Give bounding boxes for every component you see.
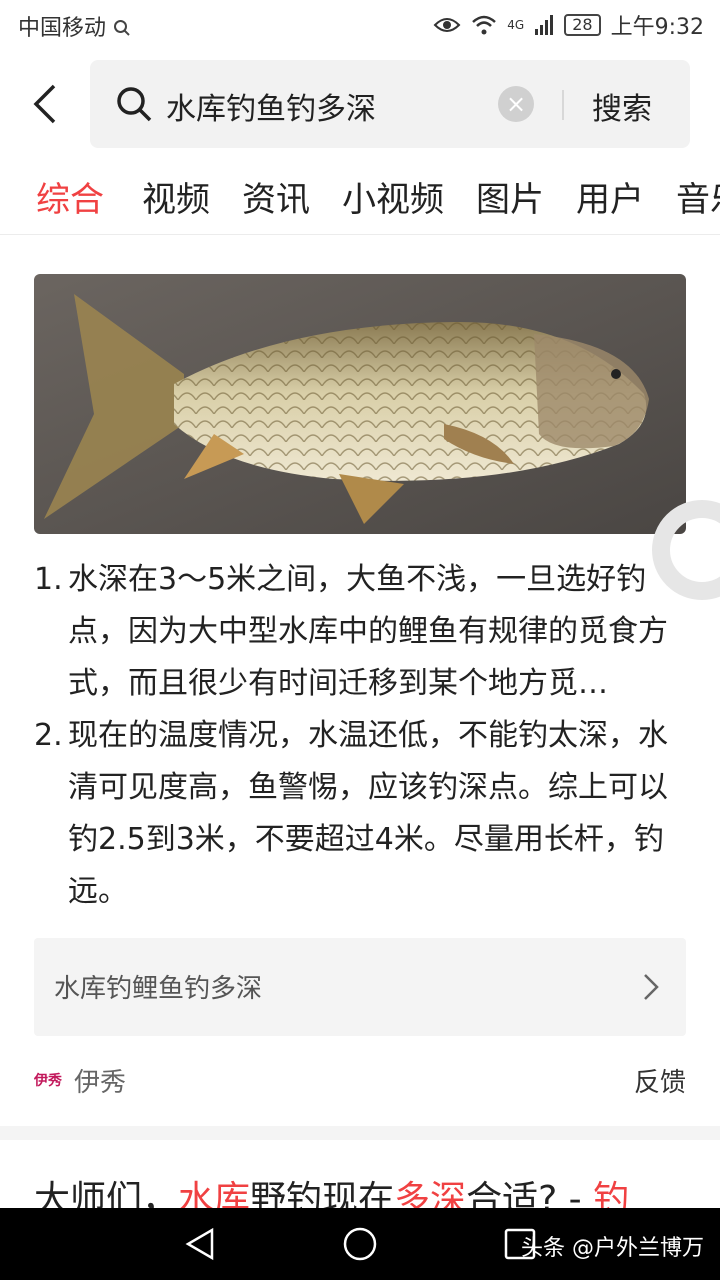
navigation-bar: 头条 @户外兰博万 xyxy=(0,1208,720,1280)
source-row: 伊秀 伊秀 反馈 xyxy=(34,1062,686,1102)
search-icon xyxy=(114,20,130,36)
search-icon xyxy=(117,87,152,122)
chevron-right-icon xyxy=(644,974,659,1000)
battery-icon: 28 xyxy=(564,14,601,36)
tab-news[interactable]: 资讯 xyxy=(242,172,310,221)
back-arrow-icon[interactable] xyxy=(28,82,62,126)
clear-icon[interactable]: × xyxy=(498,86,534,122)
tab-video[interactable]: 视频 xyxy=(142,172,210,221)
status-bar: 中国移动 4G 28 上午9:32 xyxy=(0,0,720,52)
tab-music[interactable]: 音乐 xyxy=(676,172,720,221)
eye-icon xyxy=(433,18,461,32)
category-tabs: 综合 视频 资讯 小视频 图片 用户 音乐 xyxy=(0,166,720,235)
source-logo: 伊秀 xyxy=(34,1073,62,1089)
answer-list: 1. 水深在3～5米之间，大鱼不浅，一旦选好钓点，因为大中型水库中的鲤鱼有规律的觅… xyxy=(34,554,686,918)
clock: 上午9:32 xyxy=(610,15,704,40)
source-name[interactable]: 伊秀 xyxy=(74,1062,126,1099)
tab-images[interactable]: 图片 xyxy=(476,172,544,221)
home-circle-icon[interactable] xyxy=(342,1226,378,1262)
signal-icon xyxy=(535,15,554,35)
tab-short-video[interactable]: 小视频 xyxy=(342,172,444,221)
tab-all[interactable]: 综合 xyxy=(36,172,104,221)
status-icons: 4G 28 上午9:32 xyxy=(433,9,704,41)
answer-item: 2. 现在的温度情况，水温还低，不能钓太深，水清可见度高，鱼警惕，应该钓深点。综上… xyxy=(34,718,668,909)
search-header: 水库钓鱼钓多深 × 搜索 xyxy=(0,52,720,158)
section-divider xyxy=(0,1126,720,1140)
wifi-icon xyxy=(472,15,497,35)
network-type: 4G xyxy=(507,18,525,32)
tab-users[interactable]: 用户 xyxy=(576,172,644,221)
divider xyxy=(562,90,564,120)
fish-image[interactable] xyxy=(34,274,686,534)
feedback-button[interactable]: 反馈 xyxy=(634,1062,686,1099)
search-box[interactable]: 水库钓鱼钓多深 × 搜索 xyxy=(90,60,690,148)
answer-item: 1. 水深在3～5米之间，大鱼不浅，一旦选好钓点，因为大中型水库中的鲤鱼有规律的觅… xyxy=(34,562,668,701)
answer-card[interactable]: 1. 水深在3～5米之间，大鱼不浅，一旦选好钓点，因为大中型水库中的鲤鱼有规律的觅… xyxy=(0,236,720,1126)
back-triangle-icon[interactable] xyxy=(182,1226,218,1262)
watermark: 头条 @户外兰博万 xyxy=(521,1236,704,1261)
search-input[interactable]: 水库钓鱼钓多深 xyxy=(166,84,376,128)
related-search-link[interactable]: 水库钓鲤鱼钓多深 xyxy=(34,938,686,1036)
related-search-label: 水库钓鲤鱼钓多深 xyxy=(54,974,263,1004)
carrier-label: 中国移动 xyxy=(18,10,131,42)
search-button[interactable]: 搜索 xyxy=(592,84,652,128)
